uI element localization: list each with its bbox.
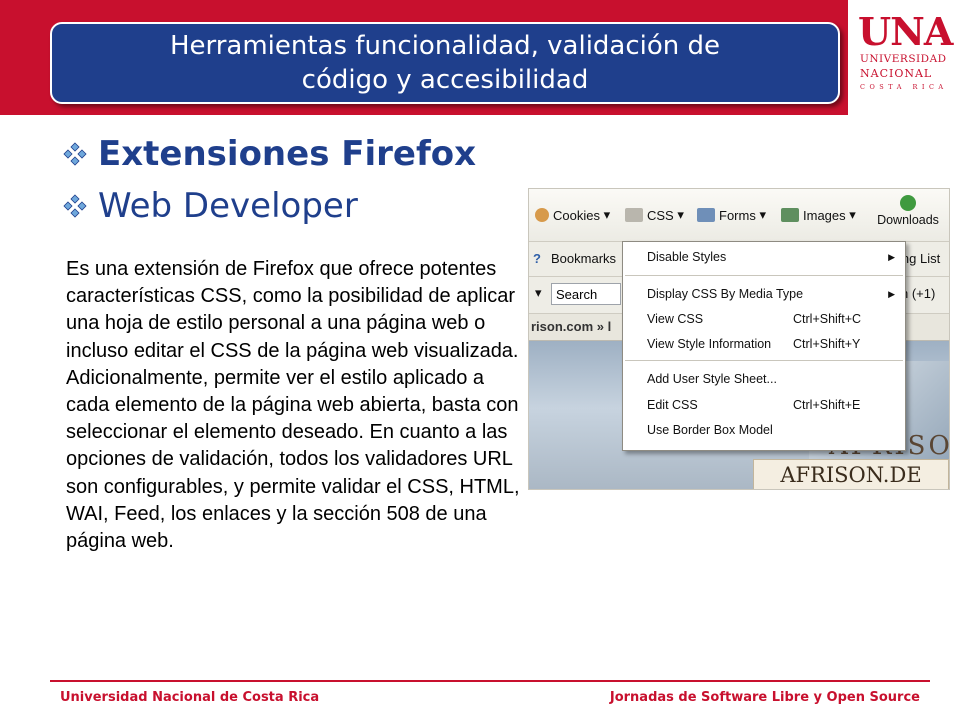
submenu-arrow-icon: ▶ (888, 252, 895, 262)
menu-item-label: Disable Styles (647, 250, 727, 264)
body-paragraph: Es una extensión de Firefox que ofrece p… (66, 258, 520, 553)
logo-mark: UNA (858, 9, 953, 54)
watermark-label: AFRISON.DE (753, 459, 949, 489)
diamond-bullet-icon (63, 194, 87, 218)
menu-separator (625, 360, 903, 361)
menu-item-add-user-style[interactable]: Add User Style Sheet... (647, 369, 895, 389)
toolbar-main: Cookies ▾ CSS ▾ Forms ▾ Images ▾ Downloa… (529, 189, 949, 242)
submenu-arrow-icon: ▶ (888, 289, 895, 299)
toolbar-images-label: Images (803, 207, 846, 223)
downloads-button[interactable]: Downloads (871, 195, 945, 227)
una-logo: UNA UNIVERSIDAD NACIONAL COSTA RICA (855, 6, 957, 96)
menu-item-shortcut: Ctrl+Shift+E (793, 398, 861, 412)
toolbar-cookies-label: Cookies (553, 207, 600, 223)
images-icon (781, 208, 799, 222)
toolbar-forms[interactable]: Forms ▾ (697, 207, 766, 223)
menu-item-disable-styles[interactable]: Disable Styles ▶ (647, 247, 895, 267)
css-icon (625, 208, 643, 222)
css-dropdown-menu: Disable Styles ▶ Display CSS By Media Ty… (622, 241, 906, 451)
bullet-text: Web Developer (98, 186, 358, 226)
menu-item-label: View CSS (647, 312, 704, 326)
menu-item-shortcut: Ctrl+Shift+Y (793, 337, 861, 351)
menu-item-view-css[interactable]: View CSS Ctrl+Shift+C (647, 309, 895, 329)
slide-title: Herramientas funcionalidad, validación d… (50, 22, 840, 104)
menu-item-edit-css[interactable]: Edit CSS Ctrl+Shift+E (647, 395, 895, 415)
chevron-down-icon: ▾ (677, 207, 684, 222)
downloads-icon (900, 195, 916, 211)
slide-title-line2: código y accesibilidad (301, 65, 589, 95)
toolbar-forms-label: Forms (719, 207, 756, 223)
footer-right: Jornadas de Software Libre y Open Source (609, 690, 920, 705)
menu-item-label: Display CSS By Media Type (647, 287, 804, 301)
toolbar-css-label: CSS (647, 207, 674, 223)
menu-item-shortcut: Ctrl+Shift+C (793, 312, 862, 326)
diamond-bullet-icon (63, 142, 87, 166)
chevron-down-icon: ▾ (603, 207, 611, 222)
slide-title-line1: Herramientas funcionalidad, validación d… (169, 31, 721, 61)
bullet-web-developer: Web Developer (62, 186, 358, 226)
bullet-text: Extensiones Firefox (98, 134, 477, 174)
toolbar-right-text-2: n (+1) (901, 286, 936, 301)
toolbar-images[interactable]: Images ▾ (781, 207, 856, 223)
chevron-down-icon: ▾ (759, 207, 766, 222)
toolbar-cookies[interactable]: Cookies ▾ (535, 207, 610, 223)
footer-divider (50, 680, 930, 682)
toolbar-css[interactable]: CSS ▾ (625, 207, 684, 223)
chevron-down-icon[interactable]: ▾ (535, 285, 542, 301)
logo-line3: COSTA RICA (860, 83, 948, 91)
bullet-extensiones: Extensiones Firefox (62, 134, 476, 174)
menu-item-label: View Style Information (647, 337, 772, 351)
menu-separator (625, 275, 903, 276)
menu-item-display-css[interactable]: Display CSS By Media Type ▶ (647, 284, 895, 304)
logo-line1: UNIVERSIDAD (860, 53, 947, 65)
menu-item-label: Add User Style Sheet... (647, 372, 777, 386)
downloads-label: Downloads (877, 213, 939, 227)
footer-left: Universidad Nacional de Costa Rica (60, 690, 320, 705)
menu-item-border-box[interactable]: Use Border Box Model (647, 420, 895, 440)
search-input[interactable]: Search (551, 283, 621, 305)
url-text: rison.com » l (531, 319, 612, 334)
chevron-down-icon: ▾ (849, 207, 856, 222)
logo-line2: NACIONAL (860, 67, 933, 80)
bookmarks-button[interactable]: Bookmarks (551, 251, 616, 266)
cookies-icon (535, 208, 549, 222)
web-developer-screenshot: Cookies ▾ CSS ▾ Forms ▾ Images ▾ Downloa… (528, 188, 950, 490)
menu-item-label: Use Border Box Model (647, 423, 773, 437)
forms-icon (697, 208, 715, 222)
reload-icon[interactable]: ? (533, 251, 541, 266)
menu-item-view-style[interactable]: View Style Information Ctrl+Shift+Y (647, 334, 895, 354)
menu-item-label: Edit CSS (647, 398, 698, 412)
